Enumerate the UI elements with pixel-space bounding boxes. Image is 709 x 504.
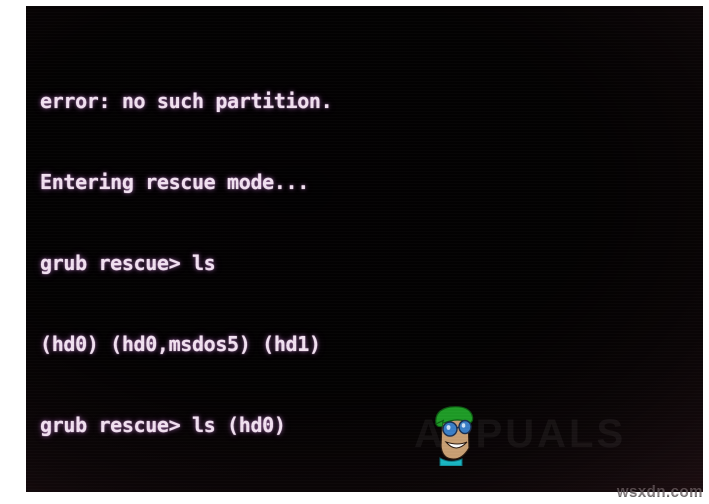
console-line: grub rescue> ls (hd0): [40, 413, 286, 437]
photo-edge-top: [0, 0, 709, 6]
crt-screen-surface: error: no such partition. Entering rescu…: [26, 6, 703, 492]
site-stamp: wsxdn.com: [616, 483, 703, 500]
photo-edge-bottom: [0, 492, 709, 504]
grub-rescue-console[interactable]: error: no such partition. Entering rescu…: [40, 34, 680, 492]
photo-edge-right: [703, 0, 709, 504]
console-line: error: no such partition.: [40, 89, 333, 113]
photo-edge-left: [0, 0, 26, 504]
console-line: (hd0) (hd0,msdos5) (hd1): [40, 332, 321, 356]
console-line: grub rescue> ls: [40, 251, 216, 275]
photo-frame: error: no such partition. Entering rescu…: [0, 0, 709, 504]
console-line: Entering rescue mode...: [40, 170, 309, 194]
